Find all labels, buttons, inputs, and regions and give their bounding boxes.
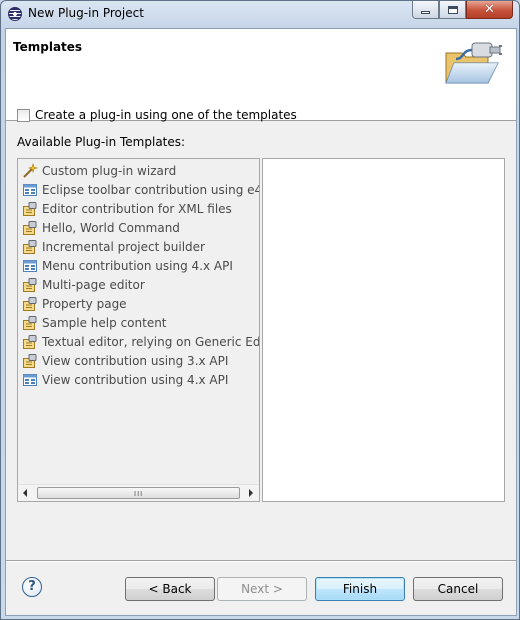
- template-list[interactable]: Custom plug-in wizard Eclipse toolbar co…: [17, 158, 260, 502]
- list-item[interactable]: Editor contribution for XML files: [22, 199, 232, 218]
- list-item[interactable]: Menu contribution using 4.x API: [22, 256, 233, 275]
- title-bar[interactable]: New Plug-in Project ✕: [1, 1, 519, 28]
- maximize-icon: [447, 5, 458, 14]
- list-item-label: Textual editor, relying on Generic Edito…: [42, 334, 260, 349]
- scrollbar-grip: III: [134, 490, 144, 498]
- folder-plugin-icon: [445, 42, 502, 84]
- back-button[interactable]: < Back: [125, 577, 215, 601]
- list-item-label: Multi-page editor: [42, 277, 145, 292]
- list-item[interactable]: Sample help content: [22, 313, 167, 332]
- template-icon: [23, 315, 37, 330]
- list-item-label: View contribution using 4.x API: [42, 372, 229, 387]
- list-item[interactable]: Property page: [22, 294, 127, 313]
- list-item-label: View contribution using 3.x API: [42, 353, 229, 368]
- list-item-label: Editor contribution for XML files: [42, 201, 232, 216]
- list-item[interactable]: Textual editor, relying on Generic Edito…: [22, 332, 260, 351]
- e4-template-icon: [23, 259, 37, 272]
- list-item[interactable]: Custom plug-in wizard: [22, 161, 176, 180]
- scroll-left-icon[interactable]: [23, 489, 27, 497]
- list-item-label: Sample help content: [42, 315, 167, 330]
- next-button: Next >: [217, 577, 307, 601]
- button-bar-separator: [6, 560, 516, 562]
- e4-template-icon: [23, 183, 37, 196]
- maximize-button[interactable]: [439, 1, 466, 19]
- template-icon: [23, 296, 37, 311]
- list-item[interactable]: Hello, World Command: [22, 218, 180, 237]
- template-icon: [23, 353, 37, 368]
- dialog-window: New Plug-in Project ✕ Templates Create a…: [0, 0, 520, 620]
- finish-button[interactable]: Finish: [315, 577, 405, 601]
- window-title: New Plug-in Project: [28, 6, 144, 20]
- template-description-panel: [262, 158, 505, 502]
- template-icon: [23, 201, 37, 216]
- list-item[interactable]: Eclipse toolbar contribution using e4 AP…: [22, 180, 259, 199]
- list-item[interactable]: View contribution using 4.x API: [22, 370, 228, 389]
- list-item-label: Property page: [42, 296, 127, 311]
- page-title: Templates: [13, 40, 83, 54]
- template-icon: [23, 334, 37, 349]
- eclipse-icon: [8, 7, 22, 21]
- list-item-label: Custom plug-in wizard: [42, 163, 177, 178]
- cancel-button[interactable]: Cancel: [413, 577, 503, 601]
- dialog-client-area: Templates Create a plug-in using one of …: [5, 28, 517, 616]
- wizard-icon: [23, 162, 38, 178]
- template-icon: [23, 277, 37, 292]
- list-item-label: Hello, World Command: [42, 220, 180, 235]
- list-item-label: Menu contribution using 4.x API: [42, 258, 233, 273]
- use-template-label[interactable]: Create a plug-in using one of the templa…: [35, 108, 297, 122]
- list-item-label: Eclipse toolbar contribution using e4 AP…: [42, 182, 259, 197]
- e4-template-icon: [23, 373, 37, 386]
- use-template-option[interactable]: Create a plug-in using one of the templa…: [17, 108, 297, 122]
- list-item[interactable]: View contribution using 3.x API: [22, 351, 228, 370]
- template-icon: [23, 220, 37, 235]
- close-button[interactable]: ✕: [466, 1, 513, 19]
- minimize-button[interactable]: [412, 1, 439, 19]
- help-button[interactable]: ?: [22, 577, 42, 597]
- scrollbar-thumb[interactable]: III: [37, 487, 240, 499]
- scroll-right-icon[interactable]: [249, 489, 253, 497]
- template-icon: [23, 239, 37, 254]
- list-item[interactable]: Incremental project builder: [22, 237, 205, 256]
- horizontal-scrollbar[interactable]: III: [18, 484, 259, 501]
- list-item[interactable]: Multi-page editor: [22, 275, 145, 294]
- close-icon: ✕: [484, 2, 495, 17]
- minimize-icon: [421, 11, 430, 14]
- templates-heading: Available Plug-in Templates:: [17, 135, 186, 149]
- list-item-label: Incremental project builder: [42, 239, 205, 254]
- use-template-checkbox[interactable]: [17, 108, 30, 122]
